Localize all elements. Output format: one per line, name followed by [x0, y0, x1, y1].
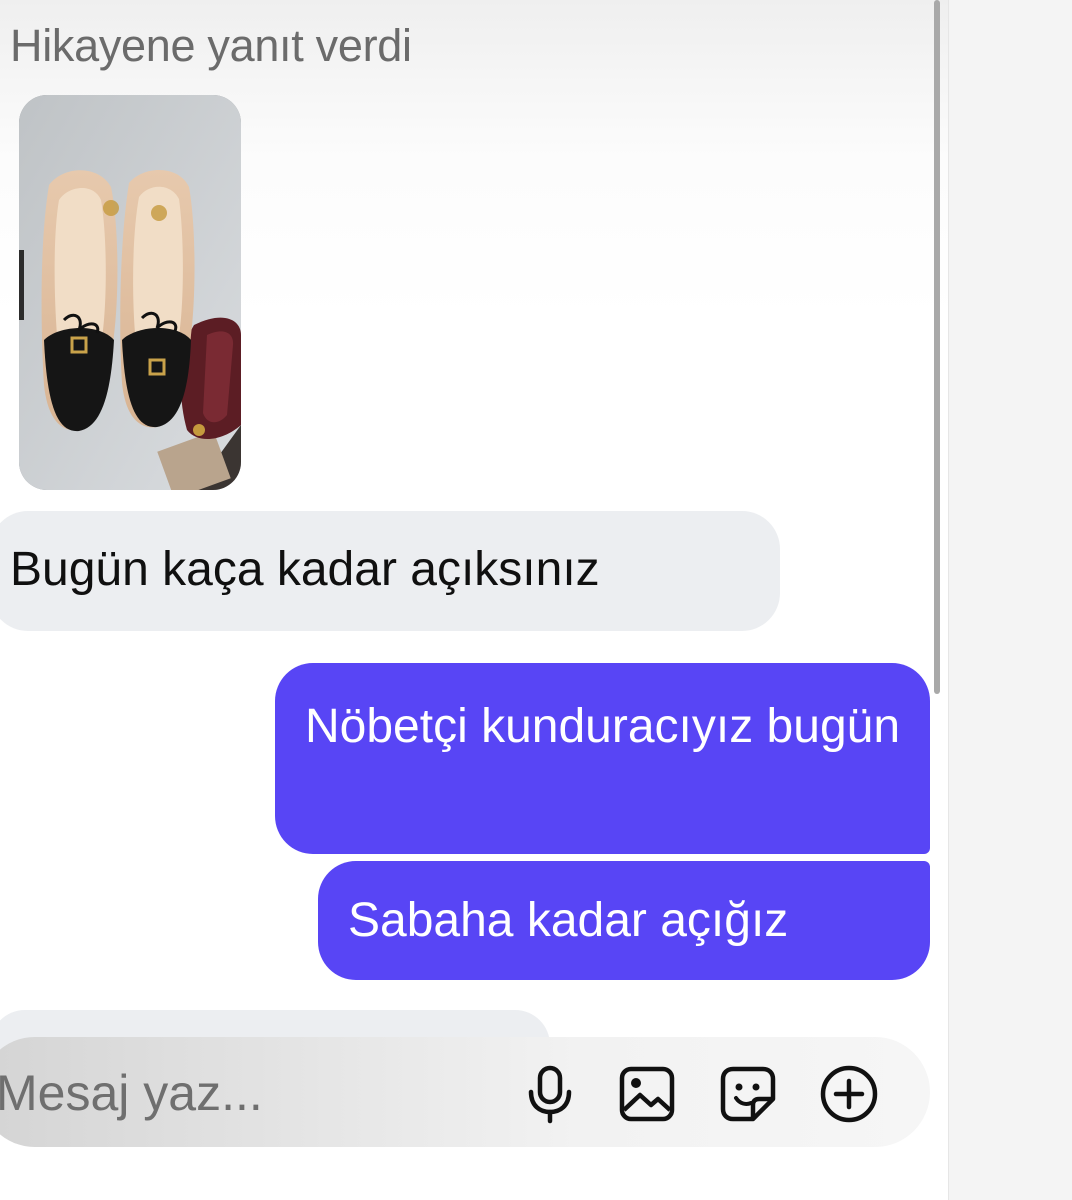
side-panel-edge — [948, 0, 1072, 1200]
microphone-icon[interactable] — [520, 1064, 580, 1124]
story-reply-label: Hikayene yanıt verdi — [10, 20, 412, 71]
sticker-icon[interactable] — [718, 1064, 778, 1124]
shoe-photo — [19, 95, 241, 490]
image-icon[interactable] — [617, 1064, 677, 1124]
chat-thread: Hikayene yanıt verdi Bugün kaça kadar aç… — [0, 0, 948, 1200]
outgoing-message[interactable]: Nöbetçi kunduracıyız bugün — [275, 663, 930, 854]
incoming-message[interactable]: Bugün kaça kadar açıksınız — [0, 511, 780, 631]
outgoing-message[interactable]: Sabaha kadar açığız — [318, 861, 930, 980]
story-thumbnail[interactable] — [19, 95, 241, 490]
plus-circle-icon[interactable] — [819, 1064, 879, 1124]
message-input[interactable]: Mesaj yaz... — [0, 1064, 263, 1122]
vertical-scrollbar[interactable] — [934, 0, 940, 694]
